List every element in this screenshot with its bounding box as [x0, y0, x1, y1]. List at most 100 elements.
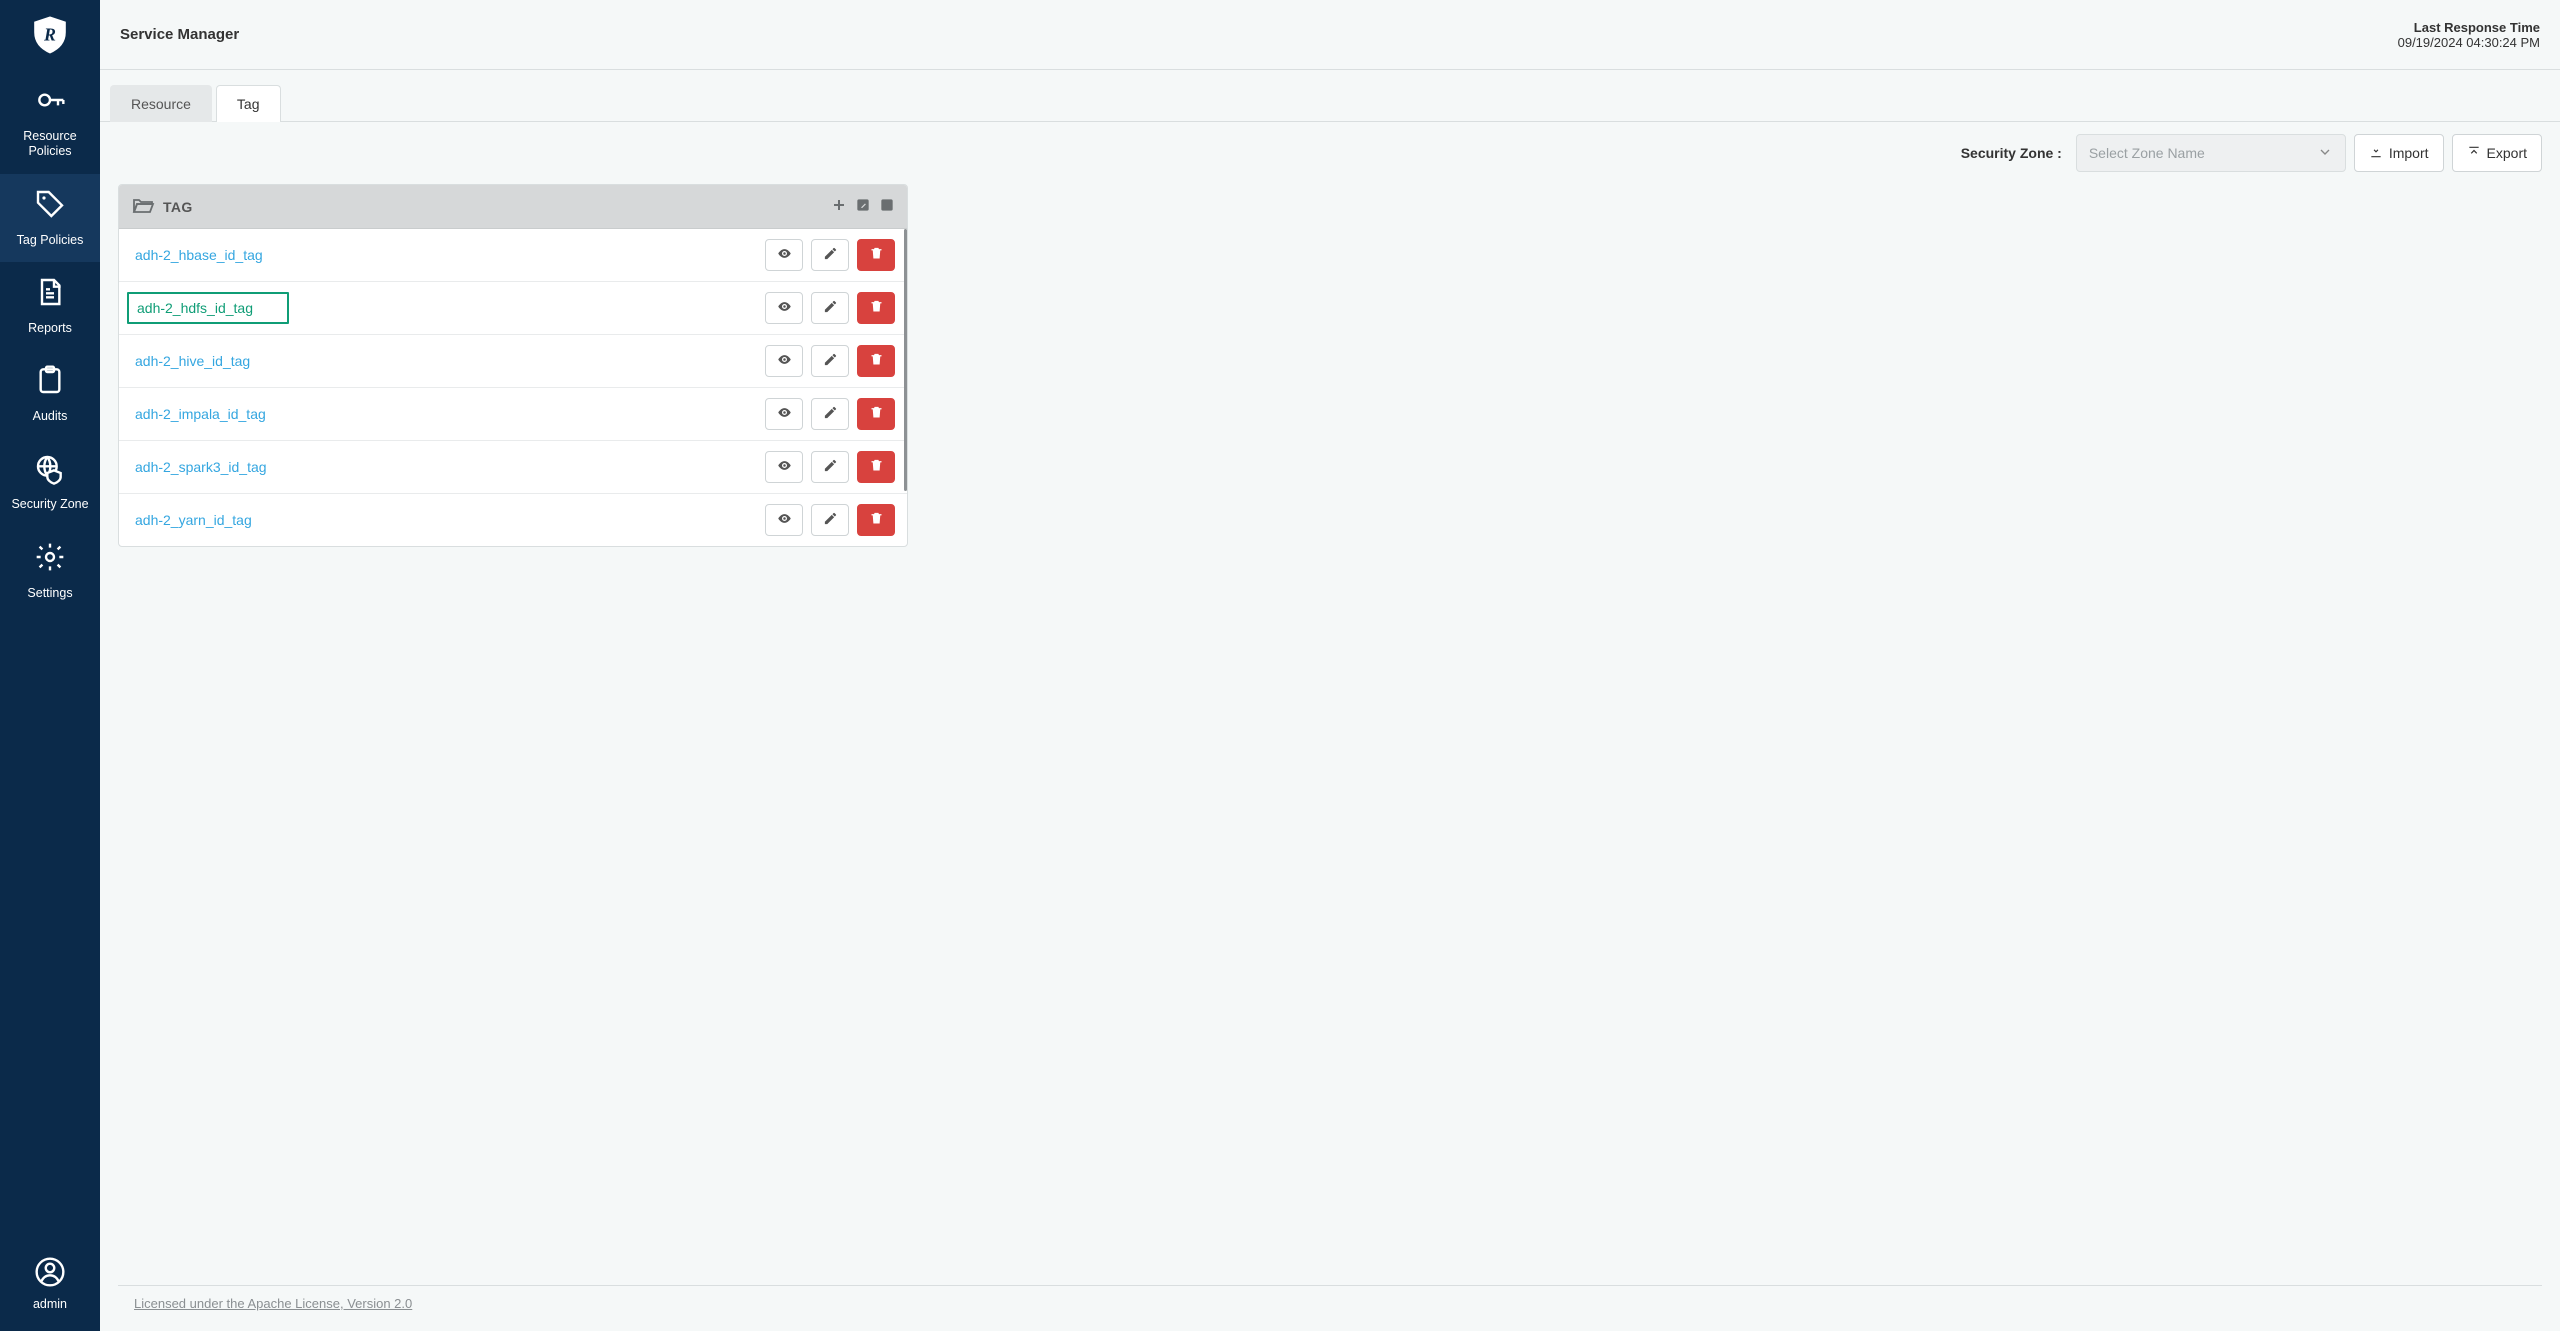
row-actions	[765, 345, 895, 377]
user-menu[interactable]: admin	[0, 1242, 100, 1331]
tag-panel: TAG adh-2_hbase_id_tag adh-2_hdfs_id_taga…	[118, 184, 908, 547]
tab-resource[interactable]: Resource	[110, 85, 212, 122]
edit-button[interactable]	[811, 451, 849, 483]
response-time-value: 09/19/2024 04:30:24 PM	[2398, 35, 2540, 50]
sidebar-item-label: Audits	[33, 409, 68, 425]
chevron-down-icon	[2317, 144, 2333, 163]
user-icon	[34, 1256, 66, 1291]
edit-service-type-button[interactable]	[855, 197, 871, 216]
view-button[interactable]	[765, 451, 803, 483]
row-actions	[765, 239, 895, 271]
trash-icon	[869, 352, 884, 370]
table-row: adh-2_hive_id_tag	[119, 335, 907, 388]
row-actions	[765, 451, 895, 483]
trash-icon	[869, 405, 884, 423]
sidebar-item-label: Reports	[28, 321, 72, 337]
service-link[interactable]: adh-2_hive_id_tag	[131, 351, 254, 371]
expand-button[interactable]	[879, 197, 895, 216]
security-zone-select[interactable]: Select Zone Name	[2076, 134, 2346, 172]
add-service-button[interactable]	[831, 197, 847, 216]
view-button[interactable]	[765, 345, 803, 377]
delete-button[interactable]	[857, 504, 895, 536]
delete-button[interactable]	[857, 292, 895, 324]
tag-icon	[34, 188, 66, 225]
service-link[interactable]: adh-2_hbase_id_tag	[131, 245, 267, 265]
edit-icon	[823, 246, 838, 264]
sidebar-item-resource-policies[interactable]: Resource Policies	[0, 70, 100, 174]
folder-open-icon	[131, 193, 155, 220]
trash-icon	[869, 511, 884, 529]
clipboard-icon	[34, 364, 66, 401]
view-button[interactable]	[765, 239, 803, 271]
service-link[interactable]: adh-2_impala_id_tag	[131, 404, 270, 424]
app-logo: R	[0, 0, 100, 70]
user-name: admin	[33, 1297, 67, 1311]
import-label: Import	[2389, 145, 2429, 161]
service-link[interactable]: adh-2_yarn_id_tag	[131, 510, 256, 530]
svg-text:R: R	[43, 25, 56, 45]
sidebar-item-reports[interactable]: Reports	[0, 262, 100, 350]
gear-icon	[34, 541, 66, 578]
security-zone-label: Security Zone :	[1961, 145, 2062, 161]
tab-tag[interactable]: Tag	[216, 85, 281, 122]
edit-icon	[823, 458, 838, 476]
eye-icon	[777, 405, 792, 423]
license-link[interactable]: Licensed under the Apache License, Versi…	[118, 1285, 2542, 1321]
trash-icon	[869, 246, 884, 264]
response-time-label: Last Response Time	[2398, 20, 2540, 35]
view-button[interactable]	[765, 504, 803, 536]
table-row: adh-2_impala_id_tag	[119, 388, 907, 441]
view-button[interactable]	[765, 292, 803, 324]
service-link[interactable]: adh-2_spark3_id_tag	[131, 457, 271, 477]
export-button[interactable]: Export	[2452, 134, 2542, 172]
panel-header: TAG	[119, 185, 907, 229]
toolbar: Security Zone : Select Zone Name Import …	[100, 122, 2560, 184]
top-header: Service Manager Last Response Time 09/19…	[100, 0, 2560, 70]
view-button[interactable]	[765, 398, 803, 430]
edit-icon	[823, 511, 838, 529]
sidebar-item-settings[interactable]: Settings	[0, 527, 100, 615]
sidebar-item-audits[interactable]: Audits	[0, 350, 100, 438]
sidebar: R Resource Policies Tag Policies Reports…	[0, 0, 100, 1331]
response-time: Last Response Time 09/19/2024 04:30:24 P…	[2398, 20, 2540, 50]
export-label: Export	[2487, 145, 2527, 161]
page-title: Service Manager	[120, 26, 239, 43]
edit-icon	[823, 405, 838, 423]
sidebar-item-security-zone[interactable]: Security Zone	[0, 439, 100, 527]
edit-button[interactable]	[811, 504, 849, 536]
table-row: adh-2_spark3_id_tag	[119, 441, 907, 494]
sidebar-item-label: Security Zone	[11, 497, 88, 513]
import-button[interactable]: Import	[2354, 134, 2444, 172]
trash-icon	[869, 299, 884, 317]
sidebar-item-tag-policies[interactable]: Tag Policies	[0, 174, 100, 262]
trash-icon	[869, 458, 884, 476]
row-actions	[765, 504, 895, 536]
eye-icon	[777, 246, 792, 264]
import-icon	[2369, 145, 2383, 162]
table-row: adh-2_hbase_id_tag	[119, 229, 907, 282]
main: Service Manager Last Response Time 09/19…	[100, 0, 2560, 1331]
delete-button[interactable]	[857, 451, 895, 483]
zone-placeholder: Select Zone Name	[2089, 145, 2205, 161]
key-icon	[34, 84, 66, 121]
tab-bar: Resource Tag	[100, 70, 2560, 122]
edit-button[interactable]	[811, 398, 849, 430]
delete-button[interactable]	[857, 398, 895, 430]
edit-button[interactable]	[811, 239, 849, 271]
edit-icon	[823, 352, 838, 370]
eye-icon	[777, 352, 792, 370]
export-icon	[2467, 145, 2481, 162]
row-actions	[765, 398, 895, 430]
globe-shield-icon	[34, 453, 66, 490]
sidebar-item-label: Resource Policies	[4, 129, 96, 160]
delete-button[interactable]	[857, 345, 895, 377]
edit-button[interactable]	[811, 292, 849, 324]
delete-button[interactable]	[857, 239, 895, 271]
edit-button[interactable]	[811, 345, 849, 377]
sidebar-item-label: Settings	[27, 586, 72, 602]
eye-icon	[777, 458, 792, 476]
report-icon	[34, 276, 66, 313]
service-link[interactable]: adh-2_hdfs_id_tag	[127, 292, 289, 324]
scrollbar[interactable]	[904, 229, 907, 491]
panel-title: TAG	[163, 199, 193, 215]
